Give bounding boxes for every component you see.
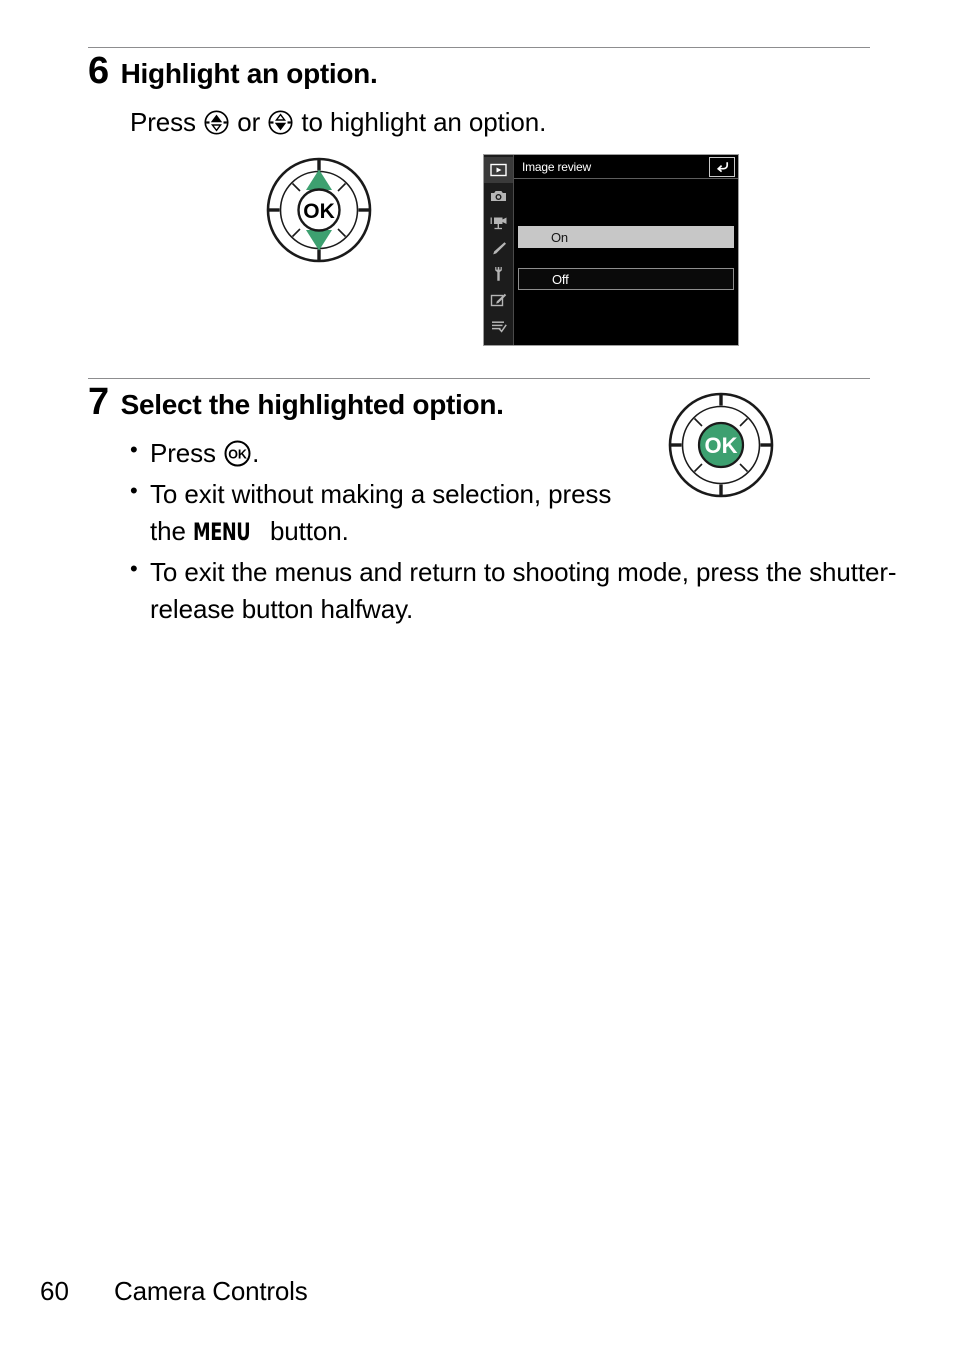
recent-settings-menu-tab[interactable] (484, 313, 513, 339)
bullet-press-ok: Press OK . (130, 434, 610, 472)
menu-button-icon: MENU (192, 517, 251, 546)
lcd-option-spacer (518, 248, 734, 268)
lcd-menu-tabs (484, 155, 514, 345)
lcd-option-off[interactable]: Off (518, 268, 734, 290)
lcd-header: Image review (514, 155, 738, 179)
step-7-number: 7 (88, 381, 109, 423)
step-6: 6 Highlight an option. Press or to highl… (88, 52, 878, 141)
step-divider-6 (88, 47, 870, 48)
step-7-title: Select the highlighted option. (120, 389, 504, 420)
bullet-3-text: To exit the menus and return to shooting… (150, 556, 897, 624)
page-footer: 60 Camera Controls (40, 1276, 308, 1307)
step-6-text-mid: or (230, 107, 268, 137)
multi-selector-up-icon (204, 110, 229, 135)
bullet-exit-shooting: To exit the menus and return to shooting… (130, 553, 910, 628)
svg-text:OK: OK (228, 448, 247, 462)
retouch-menu-tab[interactable] (484, 287, 513, 313)
step-6-heading: 6 Highlight an option. (88, 52, 878, 90)
setup-menu-tab[interactable] (484, 261, 513, 287)
svg-text:OK: OK (705, 433, 738, 458)
page-number: 60 (40, 1276, 69, 1306)
bullet-2-text-after: button. (262, 515, 349, 546)
section-title: Camera Controls (114, 1276, 308, 1306)
step-6-title: Highlight an option. (120, 58, 378, 89)
step-divider-7 (88, 378, 870, 379)
manual-page: 6 Highlight an option. Press or to highl… (0, 0, 954, 1345)
multi-selector-dial-ok: OK (666, 390, 776, 500)
lcd-option-list: On Off (518, 226, 734, 290)
camera-lcd-screen: Image review On Off (483, 154, 739, 346)
multi-selector-down-icon (268, 110, 293, 135)
step-6-body: Press or to highlight an option. (130, 104, 878, 141)
step-6-text-after: to highlight an option. (294, 107, 547, 137)
bullet-exit-menu: To exit without making a selection, pres… (130, 475, 620, 550)
bullet-1-text-after: . (252, 438, 260, 468)
svg-text:OK: OK (303, 200, 335, 223)
ok-button-icon: OK (224, 440, 251, 467)
multi-selector-dial-up-down: OK (264, 155, 374, 265)
step-6-number: 6 (88, 50, 109, 92)
playback-menu-tab[interactable] (484, 157, 513, 183)
back-icon[interactable] (709, 156, 735, 177)
lcd-option-on[interactable]: On (518, 226, 734, 248)
lcd-title: Image review (522, 159, 591, 174)
custom-settings-menu-tab[interactable] (484, 235, 513, 261)
bullet-1-text-before: Press (150, 438, 224, 468)
step-6-text-before: Press (130, 107, 204, 137)
movie-shooting-menu-tab[interactable] (484, 209, 513, 235)
lcd-content: Image review On Off (514, 155, 738, 345)
photo-shooting-menu-tab[interactable] (484, 183, 513, 209)
